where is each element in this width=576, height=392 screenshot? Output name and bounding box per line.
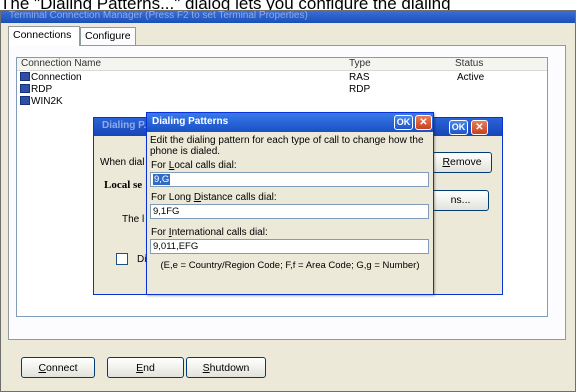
connection-type: RAS: [349, 72, 370, 83]
remove-button[interactable]: Remove: [432, 152, 492, 173]
connection-type: RDP: [349, 84, 371, 95]
list-item[interactable]: WIN2K: [17, 96, 547, 108]
long-distance-label: For Long Distance calls dial:: [151, 192, 277, 203]
tab-configure[interactable]: Configure: [80, 27, 136, 46]
checkbox[interactable]: [116, 253, 128, 265]
description-text: Edit the dialing pattern for each type o…: [150, 135, 424, 157]
computer-icon: [20, 96, 30, 105]
code-legend: (E,e = Country/Region Code; F,f = Area C…: [160, 260, 420, 271]
shutdown-button[interactable]: Shutdown: [186, 357, 266, 378]
local-settings-label: Local se: [104, 179, 143, 191]
dialing-properties-title: Dialing P...: [102, 120, 152, 131]
dialing-patterns-dialog: Dialing Patterns OK ✕ Edit the dialing p…: [146, 112, 434, 295]
connect-button[interactable]: Connect: [21, 357, 95, 378]
list-item[interactable]: RDP RDP: [17, 84, 547, 96]
close-icon[interactable]: ✕: [415, 115, 432, 130]
local-calls-input[interactable]: 9,G: [150, 172, 429, 187]
list-header: Connection Name Type Status: [17, 58, 547, 71]
column-header-status[interactable]: Status: [455, 58, 483, 69]
dialing-patterns-button[interactable]: ns...: [432, 190, 489, 211]
ok-button[interactable]: OK: [394, 115, 413, 130]
connection-name: Connection: [31, 72, 82, 83]
column-header-name[interactable]: Connection Name: [21, 58, 101, 69]
international-label: For International calls dial:: [151, 227, 268, 238]
dialing-patterns-titlebar: Dialing Patterns OK ✕: [147, 113, 433, 132]
the-label: The l: [122, 214, 145, 225]
end-button[interactable]: End: [107, 357, 184, 378]
main-titlebar: Terminal Connection Manager (Press F2 to…: [1, 11, 575, 23]
column-header-type[interactable]: Type: [349, 58, 371, 69]
connection-name: RDP: [31, 84, 53, 95]
close-icon[interactable]: ✕: [471, 120, 488, 135]
when-dialing-label: When dial: [100, 157, 145, 168]
connection-name: WIN2K: [31, 96, 63, 107]
connection-status: Active: [457, 72, 485, 83]
local-calls-label: For Local calls dial:: [151, 160, 237, 171]
list-item[interactable]: Connection RAS Active: [17, 72, 547, 84]
ok-button[interactable]: OK: [449, 120, 468, 135]
main-window-title: Terminal Connection Manager (Press F2 to…: [9, 11, 308, 21]
long-distance-value: 9,1FG: [153, 206, 180, 217]
tab-connections[interactable]: Connections: [8, 26, 80, 46]
international-value: 9,011,EFG: [153, 241, 199, 252]
dialing-patterns-title: Dialing Patterns: [152, 116, 229, 127]
computer-icon: [20, 72, 30, 81]
computer-icon: [20, 84, 30, 93]
international-input[interactable]: 9,011,EFG: [150, 239, 429, 254]
local-calls-value: 9,G: [153, 174, 171, 185]
long-distance-input[interactable]: 9,1FG: [150, 204, 429, 219]
